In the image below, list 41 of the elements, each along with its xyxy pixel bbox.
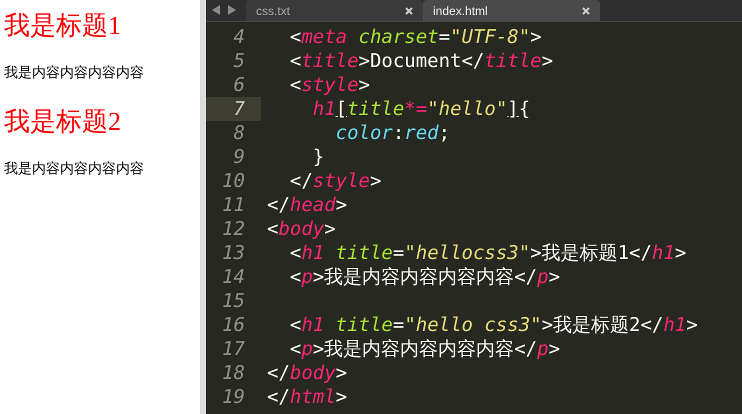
line-number: 4: [232, 25, 246, 49]
code-line: }: [312, 145, 324, 169]
code-line: h1[title*="hello"]{: [312, 97, 530, 121]
code-line: </style>: [288, 169, 382, 193]
line-number: 16: [221, 313, 246, 337]
code-line: <p>我是内容内容内容内容</p>: [288, 265, 560, 289]
forward-arrow-icon[interactable]: [227, 5, 236, 15]
line-number: 5: [232, 49, 246, 73]
line-number: 12: [221, 217, 246, 241]
line-number: 18: [221, 361, 246, 385]
heading-text: 我是标题2: [4, 106, 122, 138]
close-icon[interactable]: [582, 6, 590, 14]
file-tab[interactable]: css.txt: [246, 0, 423, 21]
close-icon[interactable]: [405, 6, 413, 14]
code-line: <h1 title="hellocss3">我是标题1</h1>: [288, 241, 686, 265]
code-line: </head>: [266, 193, 348, 217]
line-number: 10: [221, 169, 246, 193]
code-line: <body>: [266, 217, 336, 241]
code-line: </html>: [266, 385, 348, 409]
line-number: 11: [221, 193, 246, 217]
paragraph-text: 我是内容内容内容内容: [4, 159, 145, 178]
file-tab[interactable]: index.html: [423, 0, 600, 21]
code-line: <title>Document</title>: [288, 49, 554, 73]
line-number: 13: [221, 241, 246, 265]
line-number: 8: [232, 121, 246, 145]
line-number: 15: [221, 289, 246, 313]
line-number: 17: [221, 337, 246, 361]
code-line: <style>: [288, 73, 370, 97]
heading-text: 我是标题1: [4, 10, 122, 42]
line-number: 14: [221, 265, 246, 289]
line-number: 7: [206, 97, 261, 121]
code-line: <meta charset="UTF-8">: [288, 25, 542, 49]
paragraph-text: 我是内容内容内容内容: [4, 63, 145, 82]
back-arrow-icon[interactable]: [212, 5, 221, 15]
code-line: color:red;: [334, 121, 450, 145]
line-number: 19: [221, 385, 246, 409]
code-line: <h1 title="hello css3">我是标题2</h1>: [288, 313, 698, 337]
code-line: <p>我是内容内容内容内容</p>: [288, 337, 560, 361]
line-number: 9: [232, 145, 246, 169]
code-line: </body>: [266, 361, 348, 385]
line-number: 6: [232, 73, 246, 97]
